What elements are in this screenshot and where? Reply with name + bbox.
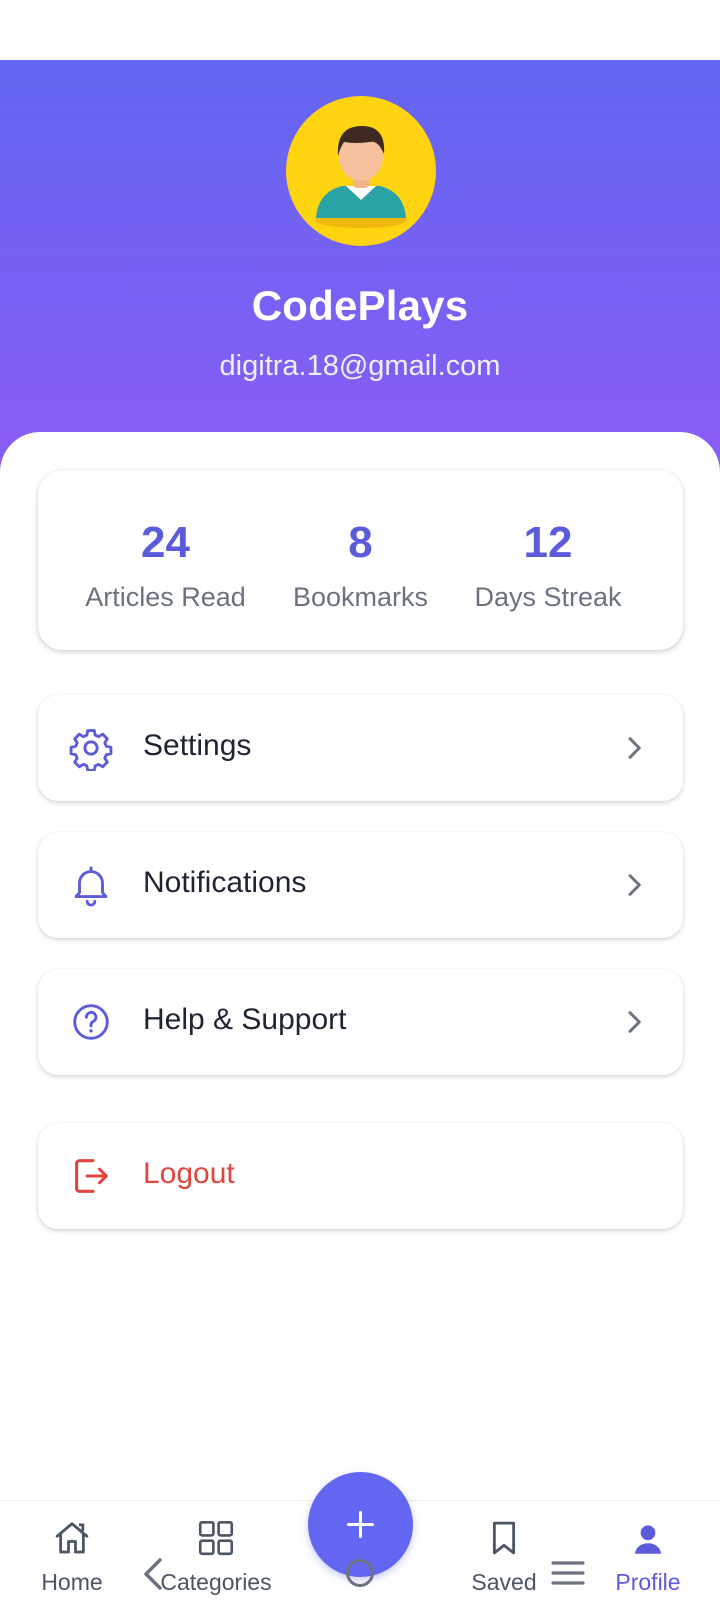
stat-label: Articles Read (85, 582, 246, 612)
gear-icon (69, 729, 113, 771)
stat-value: 12 (523, 518, 573, 567)
chevron-right-icon (628, 737, 641, 759)
nav-label: Home (41, 1569, 103, 1595)
menu-label: Help & Support (143, 1003, 347, 1036)
nav-label: Profile (615, 1569, 681, 1595)
menu-item-help-support[interactable]: Help & Support (38, 969, 683, 1075)
stat-label: Days Streak (474, 582, 622, 612)
menu-label: Notifications (143, 866, 307, 899)
stat-value: 24 (141, 518, 190, 567)
stat-articles-read: 24 Articles Read (78, 470, 253, 650)
chevron-right-icon (628, 1011, 641, 1033)
profile-name: CodePlays (251, 282, 469, 329)
system-recents-icon[interactable] (550, 1558, 586, 1588)
status-bar (0, 0, 720, 60)
bookmark-icon (492, 1521, 516, 1555)
home-icon (55, 1522, 89, 1554)
menu-item-notifications[interactable]: Notifications (38, 832, 683, 938)
nav-item-categories[interactable]: Categories (146, 1501, 286, 1612)
plus-icon (347, 1511, 374, 1538)
profile-email: digitra.18@gmail.com (219, 350, 501, 382)
stat-days-streak: 12 Days Streak (458, 470, 638, 650)
logout-icon (75, 1159, 108, 1193)
stat-label: Bookmarks (292, 582, 429, 612)
stat-value: 8 (348, 518, 373, 567)
menu-label: Settings (143, 729, 252, 762)
menu-item-settings[interactable]: Settings (38, 695, 683, 801)
system-home-icon[interactable] (344, 1557, 376, 1589)
bell-icon (74, 866, 108, 907)
profile-header: CodePlays digitra.18@gmail.com (0, 60, 720, 480)
stat-bookmarks: 8 Bookmarks (273, 470, 448, 650)
nav-item-profile[interactable]: Profile (578, 1501, 718, 1612)
nav-item-home[interactable]: Home (2, 1501, 142, 1612)
grid-icon (198, 1520, 234, 1556)
menu-item-logout[interactable]: Logout (38, 1123, 683, 1229)
nav-item-saved[interactable]: Saved (434, 1501, 574, 1612)
stats-card: 24 Articles Read 8 Bookmarks 12 Days Str… (38, 470, 683, 650)
nav-label: Categories (160, 1569, 272, 1595)
menu-label: Logout (143, 1157, 235, 1190)
avatar (286, 96, 436, 246)
question-circle-icon (73, 1004, 109, 1040)
system-back-icon[interactable] (140, 1556, 166, 1592)
chevron-right-icon (628, 874, 641, 896)
user-icon (634, 1525, 662, 1554)
avatar-illustration (315, 126, 407, 228)
